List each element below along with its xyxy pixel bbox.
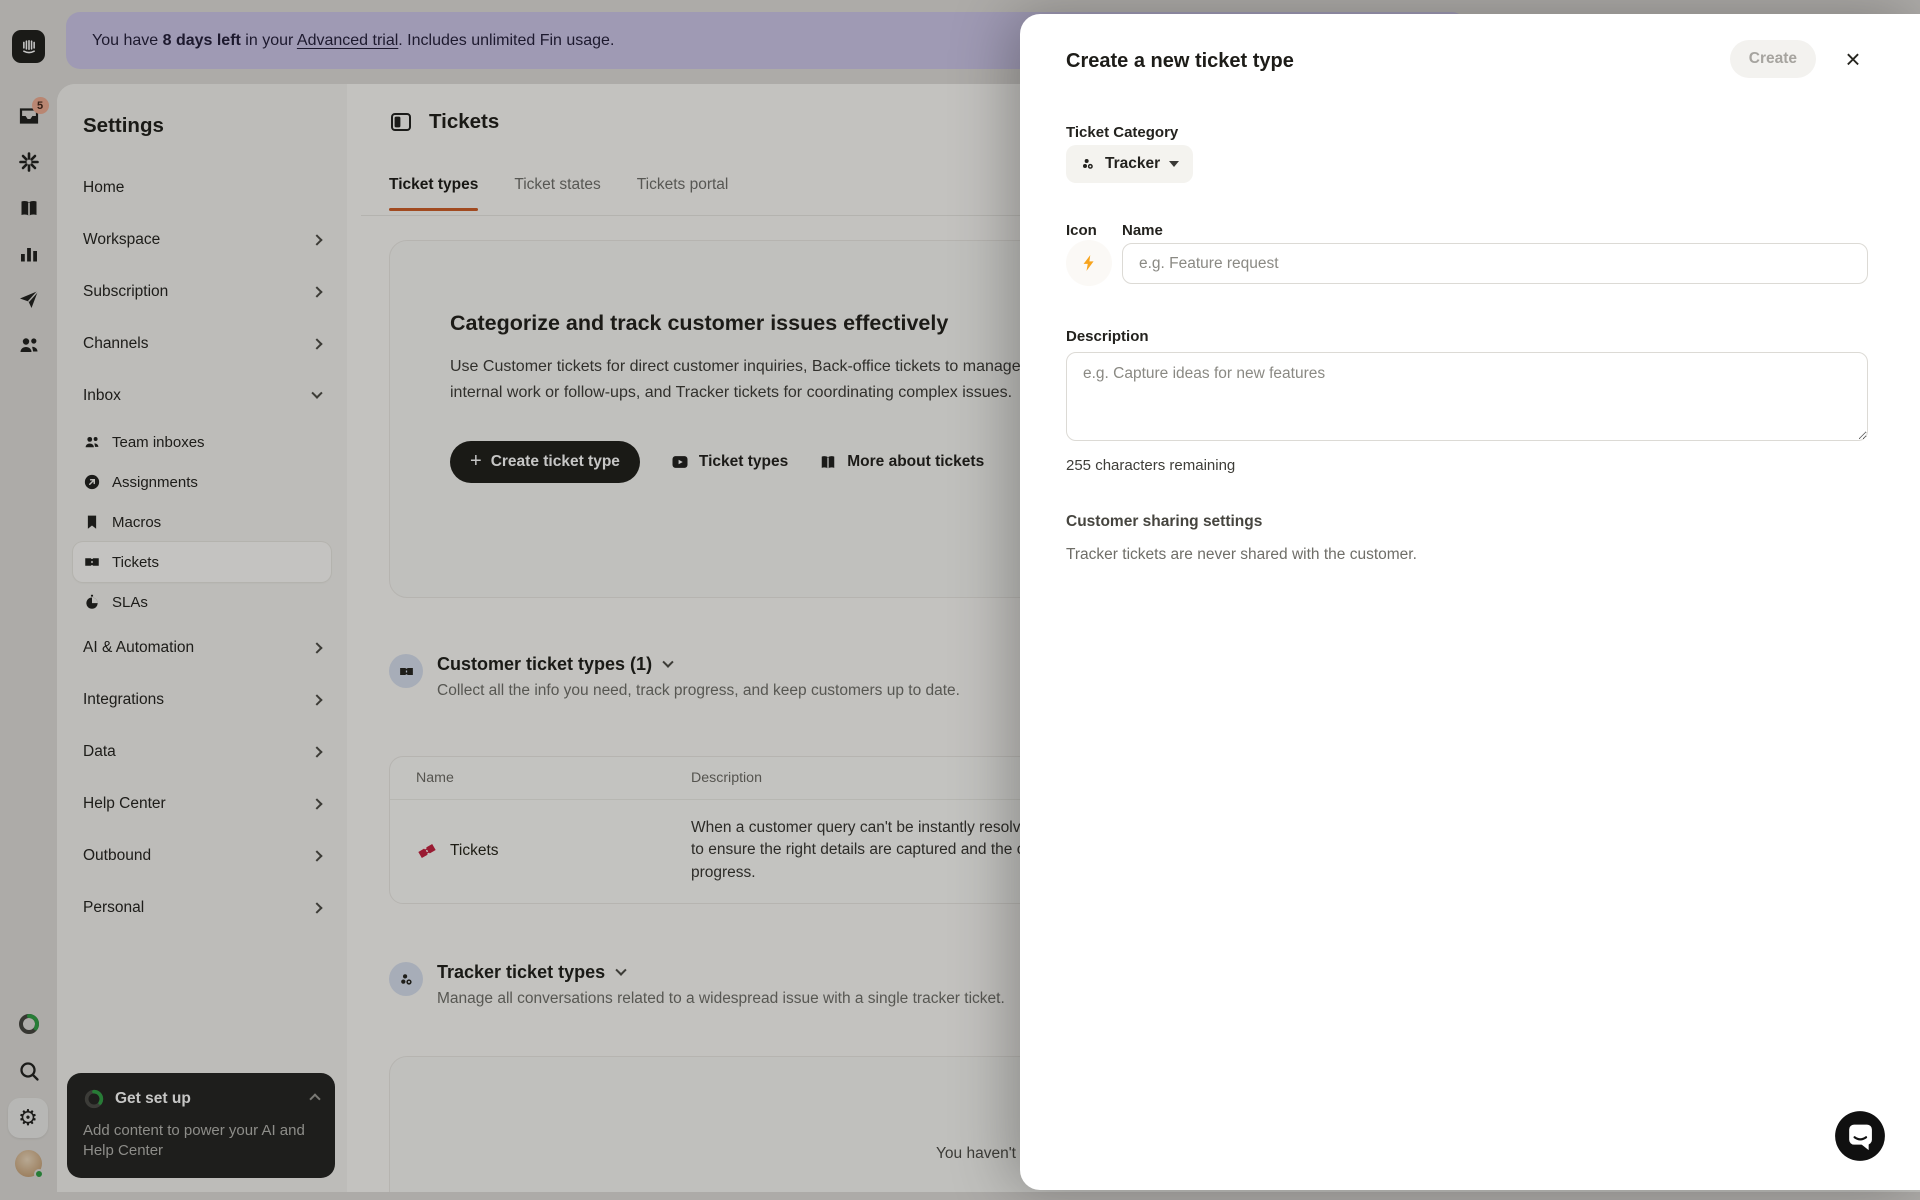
- lightning-bolt-icon: [1079, 253, 1099, 273]
- drawer-create-button[interactable]: Create: [1730, 40, 1816, 78]
- messenger-launcher-button[interactable]: [1834, 1110, 1886, 1162]
- drawer-title: Create a new ticket type: [1066, 50, 1294, 73]
- icon-picker-button[interactable]: [1066, 240, 1112, 286]
- sharing-settings-title: Customer sharing settings: [1066, 513, 1262, 531]
- name-input[interactable]: [1122, 243, 1868, 284]
- ticket-category-label: Ticket Category: [1066, 124, 1178, 141]
- description-label: Description: [1066, 328, 1149, 345]
- ticket-category-dropdown[interactable]: Tracker: [1066, 145, 1193, 183]
- close-icon: ×: [1845, 44, 1860, 75]
- icon-label: Icon: [1066, 222, 1097, 239]
- caret-down-icon: [1169, 161, 1179, 167]
- create-ticket-type-drawer: Create a new ticket type Create × Ticket…: [1020, 14, 1920, 1190]
- chat-bubble-icon: [1834, 1110, 1886, 1162]
- sharing-settings-text: Tracker tickets are never shared with th…: [1066, 546, 1417, 564]
- tracker-dots-icon: [1080, 156, 1096, 172]
- name-label: Name: [1122, 222, 1163, 239]
- chars-remaining: 255 characters remaining: [1066, 457, 1235, 474]
- ticket-category-value: Tracker: [1105, 155, 1160, 173]
- close-button[interactable]: ×: [1834, 40, 1872, 78]
- description-textarea[interactable]: [1066, 352, 1868, 441]
